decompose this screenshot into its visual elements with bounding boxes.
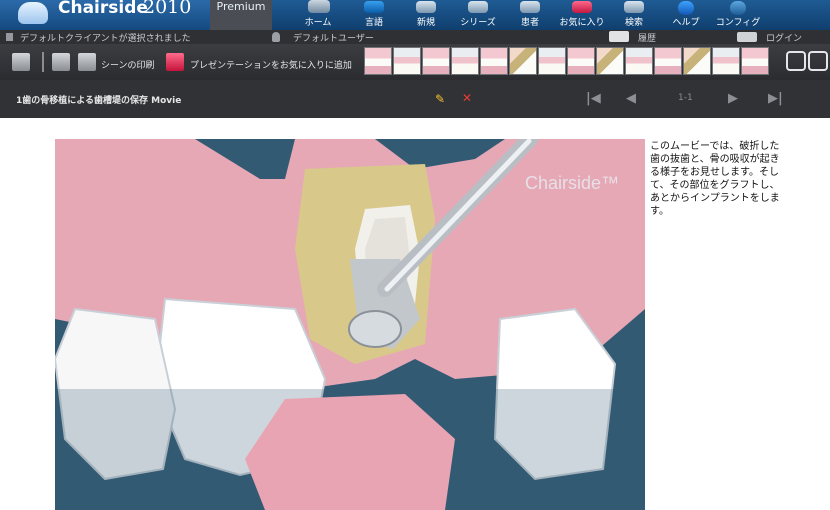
scene-thumbnail[interactable] bbox=[422, 47, 450, 75]
scene-thumbnail[interactable] bbox=[625, 47, 653, 75]
toolbar-divider bbox=[42, 52, 44, 72]
first-scene-icon[interactable]: |◀ bbox=[586, 91, 601, 106]
top-header: Chairside 2010 Premium ホーム 言語 新規 シリーズ 患者… bbox=[0, 0, 830, 30]
history-icon[interactable] bbox=[609, 31, 629, 42]
add-to-favorites-button[interactable]: プレゼンテーションをお気に入りに追加 bbox=[190, 58, 352, 71]
current-user-label[interactable]: デフォルトユーザー bbox=[293, 31, 374, 44]
status-infobar: デフォルトクライアントが選択されました デフォルトユーザー 履歴 ログイン bbox=[0, 30, 830, 44]
film-icon bbox=[468, 1, 488, 13]
delete-x-icon[interactable]: ✕ bbox=[462, 91, 472, 105]
scene-thumbnail[interactable] bbox=[712, 47, 740, 75]
nav-patient-button[interactable]: 患者 bbox=[504, 0, 556, 30]
info-icon[interactable] bbox=[52, 53, 70, 71]
scene-thumbnail[interactable] bbox=[509, 47, 537, 75]
globe-icon bbox=[364, 1, 384, 13]
scene-thumbnail[interactable] bbox=[596, 47, 624, 75]
nav-language-button[interactable]: 言語 bbox=[348, 0, 400, 30]
nav-series-button[interactable]: シリーズ bbox=[452, 0, 504, 30]
next-scene-icon[interactable]: ▶ bbox=[728, 91, 738, 106]
nav-new-button[interactable]: 新規 bbox=[400, 0, 452, 30]
brand-name: Chairside bbox=[58, 0, 148, 18]
scene-title-bar: 1歯の骨移植による歯槽堤の保存 Movie ✎ ✕ |◀ ◀ 1-1 ▶ ▶| bbox=[0, 80, 830, 118]
brand-area: Chairside 2010 bbox=[0, 0, 210, 30]
scene-thumbnail[interactable] bbox=[451, 47, 479, 75]
scene-thumbnail-strip bbox=[364, 47, 769, 75]
brand-year: 2010 bbox=[143, 0, 192, 18]
history-link[interactable]: 履歴 bbox=[638, 31, 656, 44]
nav-home-button[interactable]: ホーム bbox=[288, 0, 348, 30]
pin-icon bbox=[6, 33, 13, 41]
print-icon[interactable] bbox=[78, 53, 96, 71]
scene-thumbnail[interactable] bbox=[683, 47, 711, 75]
nav-help-button[interactable]: ヘルプ bbox=[660, 0, 712, 30]
chairside-watermark: Chairside™ bbox=[525, 173, 619, 193]
previous-scene-icon[interactable]: ◀ bbox=[626, 91, 636, 106]
fullscreen-icon[interactable] bbox=[786, 51, 806, 71]
scene-toolbar: シーンの印刷 プレゼンテーションをお気に入りに追加 bbox=[0, 44, 830, 80]
user-icon bbox=[272, 32, 280, 42]
movie-description: このムービーでは、破折した歯の抜歯と、骨の吸収が起きる様子をお見せします。そして… bbox=[650, 141, 780, 217]
heart-icon bbox=[572, 1, 592, 13]
scene-thumbnail[interactable] bbox=[654, 47, 682, 75]
grid-view-icon[interactable] bbox=[12, 53, 30, 71]
scene-thumbnail[interactable] bbox=[538, 47, 566, 75]
login-icon[interactable] bbox=[737, 32, 757, 42]
help-icon bbox=[678, 1, 694, 15]
home-icon bbox=[308, 0, 330, 13]
scene-thumbnail[interactable] bbox=[393, 47, 421, 75]
top-navigation: ホーム 言語 新規 シリーズ 患者 お気に入り 検索 ヘルプ コンフィグ bbox=[288, 0, 764, 30]
dental-procedure-frame: Chairside™ bbox=[55, 139, 645, 510]
scene-thumbnail[interactable] bbox=[364, 47, 392, 75]
nav-search-button[interactable]: 検索 bbox=[608, 0, 660, 30]
scene-title: 1歯の骨移植による歯槽堤の保存 Movie bbox=[16, 96, 182, 106]
login-link[interactable]: ログイン bbox=[766, 31, 802, 44]
nav-config-button[interactable]: コンフィグ bbox=[712, 0, 764, 30]
gear-icon bbox=[730, 1, 746, 15]
presentation-mode-icon[interactable] bbox=[808, 51, 828, 71]
movie-player[interactable]: Chairside™ bbox=[55, 139, 645, 510]
scene-pager: 1-1 bbox=[678, 93, 693, 103]
last-scene-icon[interactable]: ▶| bbox=[768, 91, 783, 106]
scene-thumbnail[interactable] bbox=[480, 47, 508, 75]
scene-thumbnail[interactable] bbox=[741, 47, 769, 75]
chairside-logo-icon bbox=[18, 2, 48, 24]
search-icon bbox=[624, 1, 644, 13]
scene-thumbnail[interactable] bbox=[567, 47, 595, 75]
client-status-text: デフォルトクライアントが選択されました bbox=[20, 34, 191, 44]
nav-favorites-button[interactable]: お気に入り bbox=[556, 0, 608, 30]
patient-icon bbox=[520, 1, 540, 13]
favorite-heart-icon[interactable] bbox=[166, 53, 184, 71]
edition-badge: Premium bbox=[210, 0, 272, 30]
print-scene-button[interactable]: シーンの印刷 bbox=[101, 58, 155, 71]
edit-pencil-icon[interactable]: ✎ bbox=[435, 92, 445, 106]
new-icon bbox=[416, 1, 436, 13]
